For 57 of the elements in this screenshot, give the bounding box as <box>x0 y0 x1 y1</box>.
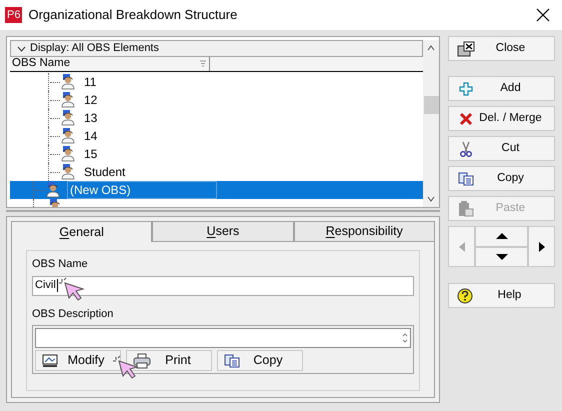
field-label: OBS Description <box>32 306 114 322</box>
vertical-scrollbar[interactable] <box>423 40 439 207</box>
person-icon <box>60 164 76 180</box>
person-icon <box>60 92 76 108</box>
scrollbar-thumb[interactable] <box>424 96 438 114</box>
left-arrow-icon <box>458 242 464 252</box>
plus-icon <box>459 82 473 96</box>
right-arrow-icon <box>538 242 544 252</box>
tab[interactable]: Responsibility <box>294 221 435 242</box>
person-icon <box>60 146 76 162</box>
app-logo: P6 <box>5 7 22 23</box>
delete-icon <box>459 112 473 126</box>
side-button[interactable]: Cut <box>448 136 555 161</box>
tree-item[interactable]: 13 <box>82 110 100 126</box>
help-button[interactable]: Help <box>448 283 555 308</box>
move-button[interactable] <box>475 226 528 246</box>
scissors-icon <box>459 140 473 156</box>
person-icon <box>60 74 76 90</box>
printer-icon <box>133 352 151 368</box>
down-arrow-icon <box>496 254 508 260</box>
form-button[interactable]: Modify <box>35 350 121 371</box>
field-label: OBS Name <box>32 257 89 272</box>
side-button[interactable]: Close <box>448 36 555 61</box>
chevron-down-icon <box>17 46 26 52</box>
cursor-icon <box>59 276 87 300</box>
tree-item[interactable]: Student <box>82 164 128 180</box>
side-button[interactable]: Del. / Merge <box>448 106 555 131</box>
copy-icon <box>224 354 240 368</box>
up-arrow-icon <box>496 233 508 240</box>
copy-icon <box>458 172 474 186</box>
tree-item[interactable]: 12 <box>82 92 100 108</box>
side-button[interactable]: Copy <box>448 166 555 191</box>
form-button[interactable]: Print <box>126 350 212 371</box>
move-button[interactable] <box>475 246 528 267</box>
side-button[interactable]: Add <box>448 76 555 101</box>
window-title: Organizational Breakdown Structure <box>28 6 238 24</box>
tree-item[interactable]: 15 <box>82 146 100 162</box>
tree-item[interactable]: (New OBS) <box>67 181 217 199</box>
tab[interactable]: Users <box>152 221 294 242</box>
tree-item[interactable]: 14 <box>82 128 100 144</box>
cursor-icon <box>113 355 141 379</box>
tab[interactable]: General <box>11 221 152 242</box>
display-label: Display: All OBS Elements <box>30 41 159 56</box>
tree-item[interactable]: 11 <box>82 74 98 90</box>
sort-icon <box>199 60 207 68</box>
form-button[interactable]: Copy <box>217 350 303 371</box>
column-header[interactable]: OBS Name <box>10 57 210 71</box>
clipboard-icon <box>458 200 474 216</box>
text-area[interactable] <box>35 328 411 348</box>
close-icon[interactable] <box>536 8 550 22</box>
move-button[interactable] <box>528 226 555 267</box>
close-window-icon <box>457 40 475 56</box>
person-icon <box>60 128 76 144</box>
display-bar[interactable]: Display: All OBS Elements <box>10 40 423 57</box>
monitor-icon <box>42 354 58 368</box>
person-icon <box>60 110 76 126</box>
help-icon <box>457 288 473 304</box>
